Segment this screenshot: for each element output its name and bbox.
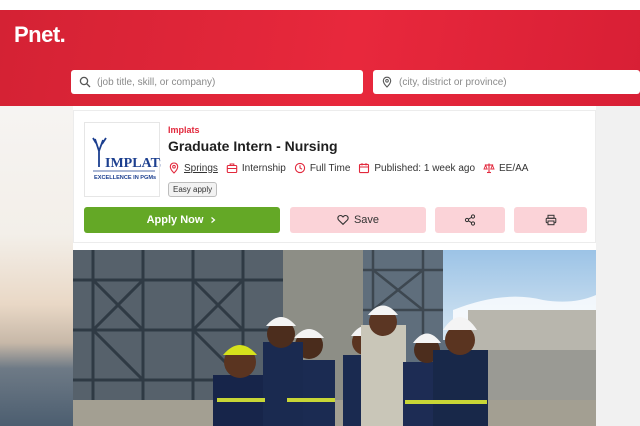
job-schedule: Full Time <box>294 162 351 174</box>
background-panel-right <box>596 106 640 426</box>
pnet-logo[interactable]: Pnet. <box>14 22 66 48</box>
job-equity: EE/AA <box>483 162 528 174</box>
location-pin-icon <box>169 162 179 174</box>
company-name[interactable]: Implats <box>168 125 200 135</box>
location-search-input[interactable] <box>399 76 640 88</box>
save-label: Save <box>353 214 380 226</box>
company-logo[interactable]: IMPLATS EXCELLENCE IN PGMs <box>84 122 168 197</box>
job-location-label[interactable]: Springs <box>184 163 218 174</box>
job-meta-row: Springs Internship Full Time Published: … <box>168 162 536 174</box>
background-image-left <box>0 106 73 426</box>
search-icon <box>79 76 91 88</box>
site-header: Pnet. <box>0 10 640 106</box>
job-location[interactable]: Springs <box>168 162 218 174</box>
job-equity-label: EE/AA <box>499 162 529 174</box>
job-type-label: Internship <box>241 162 286 174</box>
print-button[interactable] <box>514 207 587 233</box>
page: Pnet. IMPLATS EXCELLENCE IN PGMs <box>0 0 640 426</box>
clock-icon <box>294 162 305 174</box>
chevron-right-icon <box>211 217 216 223</box>
location-pin-icon <box>382 76 392 88</box>
briefcase-icon <box>226 163 238 174</box>
share-button[interactable] <box>435 207 505 233</box>
keyword-search-bar[interactable] <box>71 70 363 94</box>
job-type: Internship <box>226 162 286 174</box>
calendar-icon <box>359 163 370 174</box>
keyword-search-input[interactable] <box>97 76 363 88</box>
heart-icon <box>337 214 349 226</box>
scales-icon <box>483 163 495 174</box>
job-published-label: Published: 1 week ago <box>374 162 476 174</box>
job-header-card: IMPLATS EXCELLENCE IN PGMs Implats Gradu… <box>73 110 596 243</box>
job-banner-photo <box>73 250 596 426</box>
job-schedule-label: Full Time <box>309 162 351 174</box>
location-search-bar[interactable] <box>373 70 640 94</box>
implats-logo-graphic: IMPLATS EXCELLENCE IN PGMs <box>92 137 168 181</box>
apply-now-button[interactable]: Apply Now <box>84 207 280 233</box>
share-icon <box>464 214 476 226</box>
job-published: Published: 1 week ago <box>358 162 475 174</box>
job-title: Graduate Intern - Nursing <box>168 138 338 154</box>
save-button[interactable]: Save <box>290 207 426 233</box>
apply-now-label: Apply Now <box>146 214 204 226</box>
nursing-interns-photo <box>73 250 596 426</box>
easy-apply-badge: Easy apply <box>168 182 218 197</box>
printer-icon <box>545 214 556 226</box>
implats-logo-tagline: EXCELLENCE IN PGMs <box>94 175 156 181</box>
implats-logo-wordmark: IMPLATS <box>105 156 161 171</box>
